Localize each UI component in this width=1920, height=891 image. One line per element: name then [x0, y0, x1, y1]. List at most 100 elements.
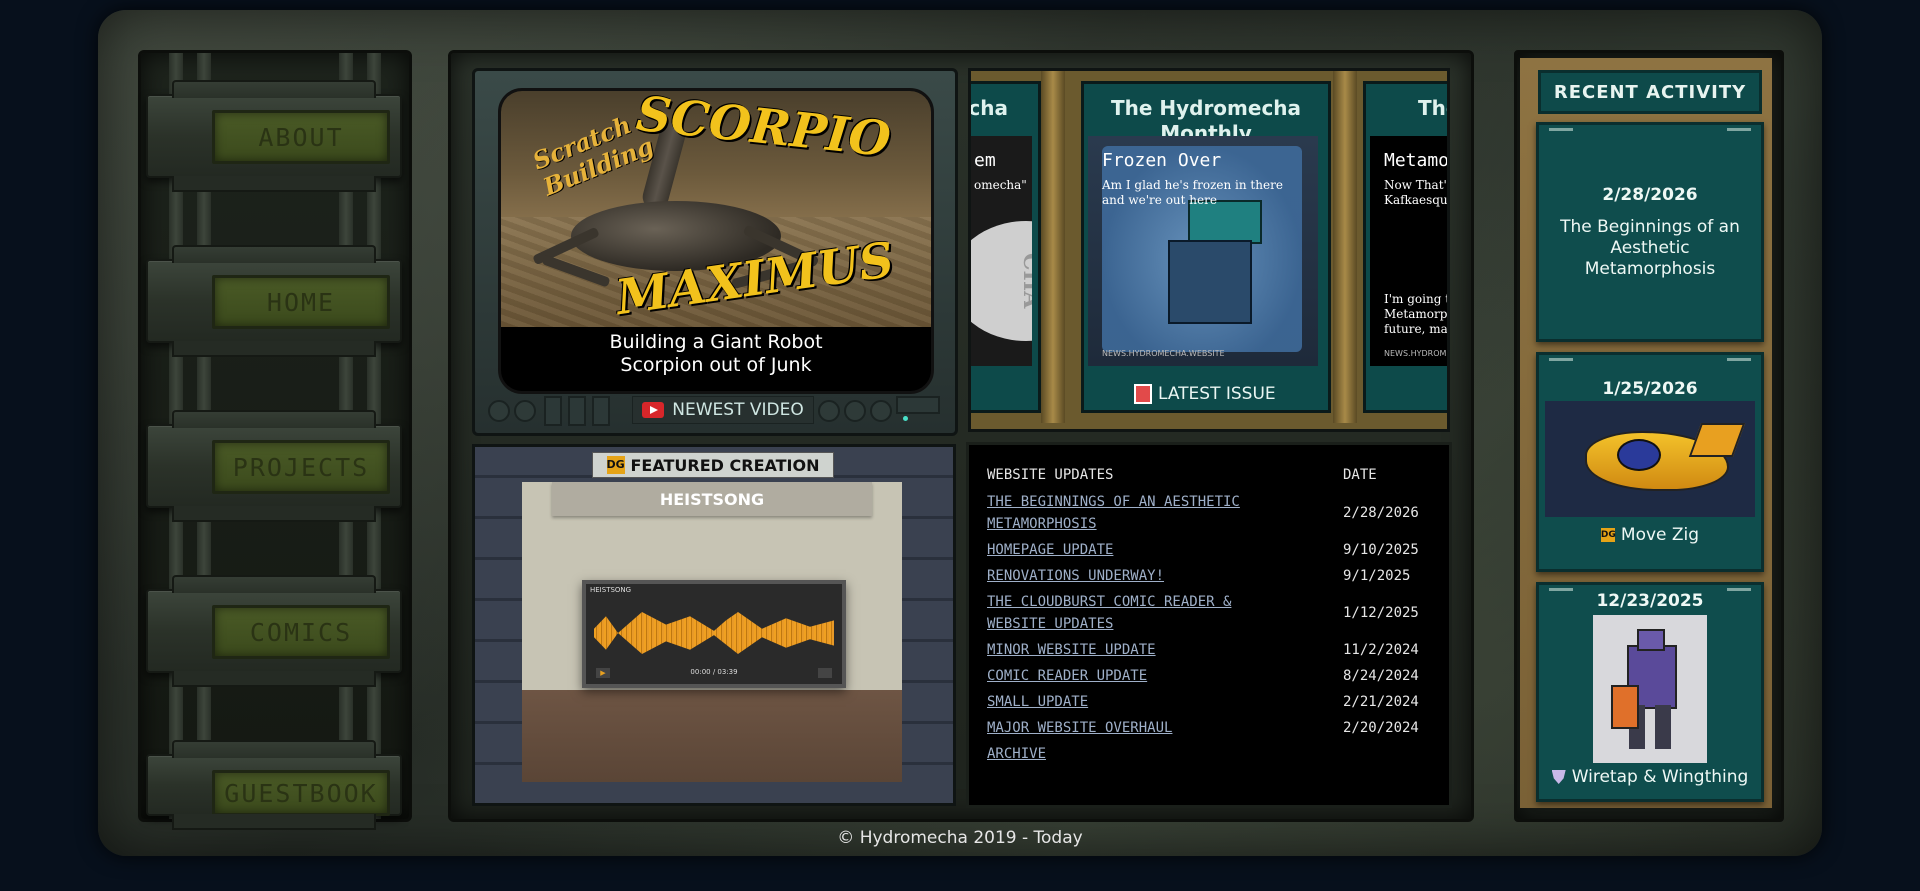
tv-knob	[488, 400, 510, 422]
activity-card[interactable]: 12/23/2025 Wiretap & Wingthing	[1536, 582, 1764, 802]
zig-ship-cockpit	[1617, 439, 1661, 471]
issue-card-prev[interactable]: echa em omecha" CHA	[968, 81, 1041, 413]
nav-about-label: ABOUT	[212, 110, 390, 164]
tv-controls: NEWEST VIDEO	[484, 396, 940, 426]
featured-creation-label: DG FEATURED CREATION	[592, 452, 834, 478]
updates-column-title: WEBSITE UPDATES	[987, 467, 1114, 483]
decepticon-icon	[1551, 770, 1566, 784]
issue-cover-prev: em omecha" CHA	[971, 136, 1032, 366]
update-link[interactable]: COMIC READER UPDATE	[987, 665, 1287, 687]
update-date: 1/12/2025	[1343, 605, 1419, 621]
nav-guestbook-button[interactable]: GUESTBOOK	[146, 740, 402, 830]
activity-card-caption: DG Move Zig	[1539, 525, 1761, 545]
featured-creation-image[interactable]: HEISTSONG HEISTSONG ▶ 00:00 / 03:39	[522, 482, 902, 782]
nav-home-button[interactable]: HOME	[146, 245, 402, 357]
update-link[interactable]: SMALL UPDATE	[987, 691, 1287, 713]
nav-comics-label: COMICS	[212, 605, 390, 659]
player-time: 00:00 / 03:39	[690, 668, 738, 676]
nav-guestbook-label: GUESTBOOK	[212, 770, 390, 816]
wingthing-figure	[1611, 685, 1639, 729]
featured-creation-text: FEATURED CREATION	[630, 455, 820, 475]
latest-issue-label[interactable]: LATEST ISSUE	[1134, 384, 1328, 404]
nav-about-button[interactable]: ABOUT	[146, 80, 402, 192]
nav-projects-label: PROJECTS	[212, 440, 390, 494]
nav-comics-button[interactable]: COMICS	[146, 575, 402, 687]
youtube-icon	[642, 402, 665, 418]
tv-knob	[818, 400, 840, 422]
dg-badge-icon: DG	[606, 456, 625, 474]
activity-card-caption-text: Move Zig	[1620, 525, 1700, 545]
issue-cover-prev-headline: em	[974, 150, 996, 171]
activity-card[interactable]: 1/25/2026 DG Move Zig	[1536, 352, 1764, 572]
move-zig-image	[1545, 401, 1755, 517]
power-led	[903, 416, 908, 421]
update-link[interactable]: MINOR WEBSITE UPDATE	[987, 639, 1287, 661]
dg-badge-icon: DG	[1600, 528, 1616, 542]
zig-ship-fin	[1688, 423, 1746, 457]
update-date: 9/1/2025	[1343, 568, 1411, 584]
issue-cover-next-subtitle: Now That' Kafkaesqu	[1384, 178, 1448, 207]
activity-card-caption: Wiretap & Wingthing	[1539, 767, 1761, 787]
issue-title-prev: echa	[968, 96, 1008, 120]
video-title-line: Building a Giant Robot	[609, 331, 823, 353]
issue-cover-prev-stamp: CHA	[971, 221, 1032, 341]
update-link[interactable]: THE CLOUDBURST COMIC READER & WEBSITE UP…	[987, 591, 1287, 635]
update-date: 9/10/2025	[1343, 542, 1419, 558]
update-link[interactable]: THE BEGINNINGS OF AN AESTHETIC METAMORPH…	[987, 491, 1287, 535]
activity-card-date: 1/25/2026	[1602, 379, 1698, 399]
issue-cover-prev-subtitle: omecha"	[974, 178, 1027, 192]
featured-banner: HEISTSONG	[552, 482, 872, 516]
issue-cover-headline: Frozen Over	[1102, 150, 1222, 171]
waveform[interactable]	[594, 612, 834, 654]
robot-figure-leg	[1655, 705, 1671, 749]
latest-issue-text: LATEST ISSUE	[1158, 384, 1276, 404]
audio-player[interactable]: HEISTSONG ▶ 00:00 / 03:39	[582, 580, 846, 688]
player-title: HEISTSONG	[590, 586, 632, 594]
update-link[interactable]: RENOVATIONS UNDERWAY!	[987, 565, 1287, 587]
issue-card-next[interactable]: The Metamo Now That' Kafkaesqu I'm going…	[1363, 81, 1450, 413]
updates-column-date: DATE	[1343, 467, 1377, 483]
wiretap-image	[1593, 615, 1707, 763]
issue-card-current[interactable]: The Hydromecha Monthly Frozen Over Am I …	[1081, 81, 1331, 413]
footer-copyright: © Hydromecha 2019 - Today	[837, 828, 1083, 848]
update-date: 2/20/2024	[1343, 720, 1419, 736]
carousel-rail	[1041, 71, 1065, 423]
tv-knob	[844, 400, 866, 422]
activity-card-date: 2/28/2026	[1602, 185, 1698, 205]
issue-cover-next: Metamo Now That' Kafkaesqu I'm going to …	[1370, 136, 1450, 366]
tv-slot	[896, 396, 940, 414]
tv-knob	[870, 400, 892, 422]
issue-cover-subtitle: Am I glad he's frozen in there and we're…	[1102, 178, 1283, 207]
nav-projects-button[interactable]: PROJECTS	[146, 410, 402, 522]
issue-cover: Frozen Over Am I glad he's frozen in the…	[1088, 136, 1318, 366]
activity-card-text: The Beginnings of an Aesthetic Metamorph…	[1560, 217, 1740, 279]
update-link[interactable]: MAJOR WEBSITE OVERHAUL	[987, 717, 1287, 739]
issue-cover-prev-stamp-text: CHA	[1018, 253, 1032, 309]
robot-figure-head	[1637, 629, 1665, 651]
tv-slot	[544, 396, 562, 426]
recent-activity-title: RECENT ACTIVITY	[1538, 70, 1762, 114]
volume-icon[interactable]	[818, 668, 832, 678]
update-date: 8/24/2024	[1343, 668, 1419, 684]
tv-slot	[568, 396, 586, 426]
activity-card[interactable]: 2/28/2026 The Beginnings of an Aesthetic…	[1536, 122, 1764, 342]
archive-link[interactable]: ARCHIVE	[987, 743, 1287, 765]
featured-floor	[522, 690, 902, 782]
tv-slot	[592, 396, 610, 426]
issue-cover-url: NEWS.HYDROMECHA.WEBSITE	[1102, 349, 1225, 358]
newest-video-text: NEWEST VIDEO	[672, 400, 804, 420]
issue-cover-next-headline: Metamo	[1384, 150, 1450, 171]
issue-carousel: echa em omecha" CHA The Hydromecha Month…	[968, 68, 1450, 432]
carousel-rail	[1333, 71, 1357, 423]
activity-card-caption-text: Wiretap & Wingthing	[1571, 767, 1749, 787]
video-screen[interactable]: Scratch Building SCORPIO MAXIMUS Buildin…	[498, 88, 934, 394]
video-title[interactable]: Building a Giant Robot Scorpion out of J…	[501, 331, 931, 377]
newest-video-label[interactable]: NEWEST VIDEO	[632, 396, 814, 424]
nav-home-label: HOME	[212, 275, 390, 329]
update-link[interactable]: HOMEPAGE UPDATE	[987, 539, 1287, 561]
video-thumbnail[interactable]: Scratch Building SCORPIO MAXIMUS	[501, 91, 931, 327]
update-date: 2/28/2026	[1343, 505, 1419, 521]
issue-cover-next-body: I'm going to Metamorphe future, mark	[1384, 292, 1450, 336]
video-title-line: Scorpion out of Junk	[620, 354, 812, 376]
update-date: 11/2/2024	[1343, 642, 1419, 658]
